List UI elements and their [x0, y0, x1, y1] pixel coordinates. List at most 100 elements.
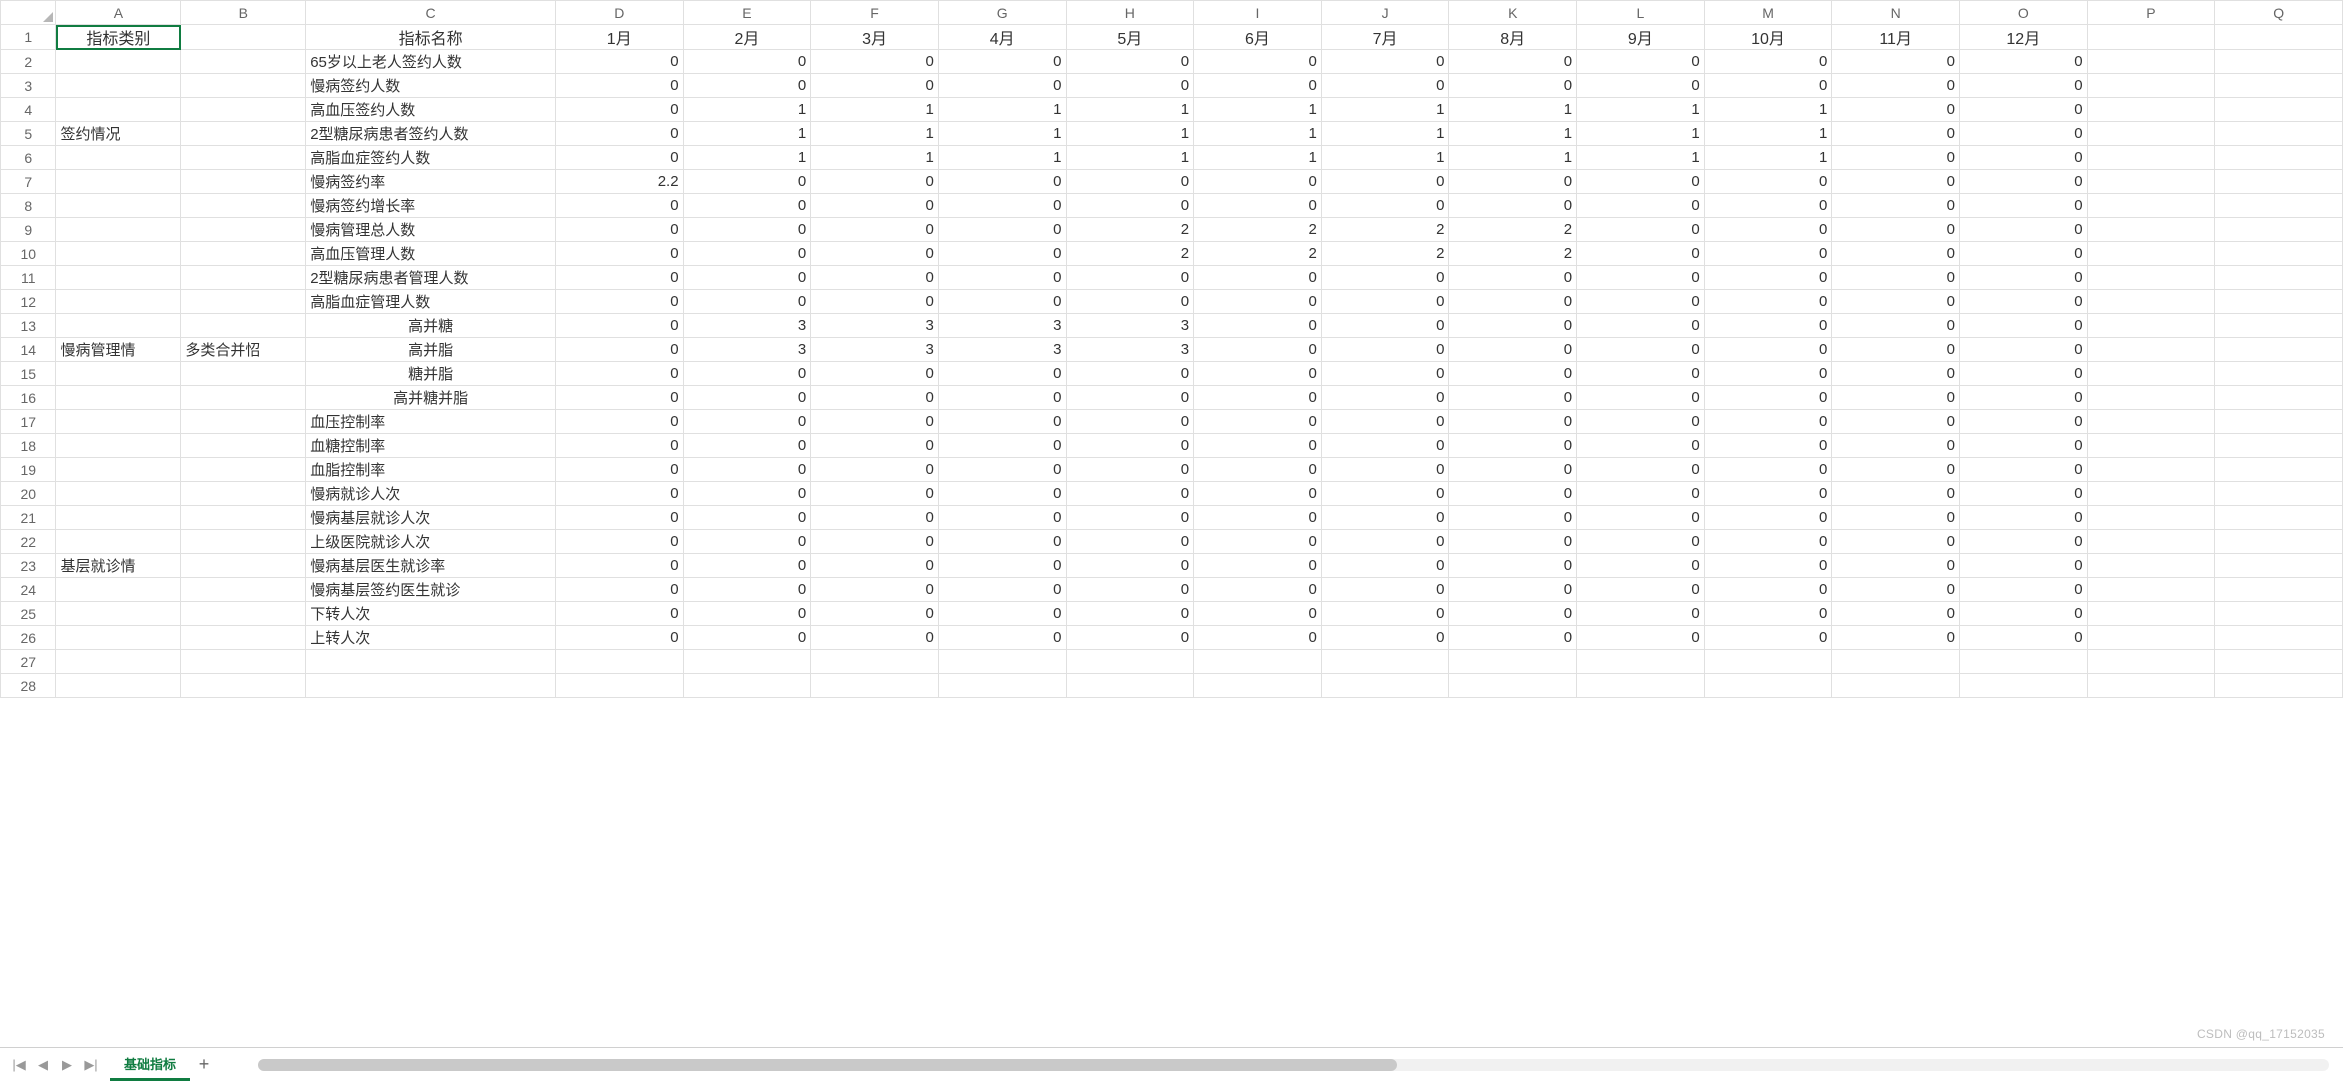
- cell-H4[interactable]: 1: [1066, 98, 1194, 122]
- column-header-N[interactable]: N: [1832, 1, 1960, 25]
- cell-D6[interactable]: 0: [555, 146, 683, 170]
- row-header-16[interactable]: 16: [1, 386, 56, 410]
- column-header-I[interactable]: I: [1194, 1, 1322, 25]
- cell-A27[interactable]: [56, 650, 181, 674]
- cell-H12[interactable]: 0: [1066, 290, 1194, 314]
- cell-M13[interactable]: 0: [1704, 314, 1832, 338]
- cell-I9[interactable]: 2: [1194, 218, 1322, 242]
- cell-G20[interactable]: 0: [938, 482, 1066, 506]
- spreadsheet-grid[interactable]: ABCDEFGHIJKLMNOPQ1指标类别指标名称1月2月3月4月5月6月7月…: [0, 0, 2343, 1047]
- cell-Q2[interactable]: [2215, 50, 2343, 74]
- cell-A16[interactable]: [56, 386, 181, 410]
- cell-B25[interactable]: [181, 602, 306, 626]
- cell-G12[interactable]: 0: [938, 290, 1066, 314]
- cell-N1[interactable]: 11月: [1832, 25, 1960, 50]
- cell-B5[interactable]: [181, 122, 306, 146]
- cell-B4[interactable]: [181, 98, 306, 122]
- cell-Q27[interactable]: [2215, 650, 2343, 674]
- row-header-6[interactable]: 6: [1, 146, 56, 170]
- cell-A5[interactable]: 签约情况: [56, 122, 181, 146]
- cell-J26[interactable]: 0: [1321, 626, 1449, 650]
- cell-F27[interactable]: [811, 650, 939, 674]
- cell-N4[interactable]: 0: [1832, 98, 1960, 122]
- cell-A12[interactable]: [56, 290, 181, 314]
- cell-I10[interactable]: 2: [1194, 242, 1322, 266]
- cell-D13[interactable]: 0: [555, 314, 683, 338]
- cell-F8[interactable]: 0: [811, 194, 939, 218]
- cell-G14[interactable]: 3: [938, 338, 1066, 362]
- cell-D19[interactable]: 0: [555, 458, 683, 482]
- cell-K2[interactable]: 0: [1449, 50, 1577, 74]
- cell-I6[interactable]: 1: [1194, 146, 1322, 170]
- cell-D15[interactable]: 0: [555, 362, 683, 386]
- cell-C7[interactable]: 慢病签约率: [306, 170, 556, 194]
- cell-K28[interactable]: [1449, 674, 1577, 698]
- cell-F1[interactable]: 3月: [811, 25, 939, 50]
- cell-A20[interactable]: [56, 482, 181, 506]
- cell-I2[interactable]: 0: [1194, 50, 1322, 74]
- cell-G10[interactable]: 0: [938, 242, 1066, 266]
- cell-H25[interactable]: 0: [1066, 602, 1194, 626]
- cell-J3[interactable]: 0: [1321, 74, 1449, 98]
- cell-L2[interactable]: 0: [1577, 50, 1705, 74]
- cell-C28[interactable]: [306, 674, 556, 698]
- cell-C25[interactable]: 下转人次: [306, 602, 556, 626]
- cell-E14[interactable]: 3: [683, 338, 811, 362]
- cell-M14[interactable]: 0: [1704, 338, 1832, 362]
- cell-H20[interactable]: 0: [1066, 482, 1194, 506]
- cell-N20[interactable]: 0: [1832, 482, 1960, 506]
- cell-B13[interactable]: [181, 314, 306, 338]
- cell-K3[interactable]: 0: [1449, 74, 1577, 98]
- cell-L11[interactable]: 0: [1577, 266, 1705, 290]
- cell-P28[interactable]: [2087, 674, 2215, 698]
- row-header-2[interactable]: 2: [1, 50, 56, 74]
- cell-J6[interactable]: 1: [1321, 146, 1449, 170]
- cell-O14[interactable]: 0: [1959, 338, 2087, 362]
- cell-C4[interactable]: 高血压签约人数: [306, 98, 556, 122]
- cell-L20[interactable]: 0: [1577, 482, 1705, 506]
- cell-K19[interactable]: 0: [1449, 458, 1577, 482]
- cell-M5[interactable]: 1: [1704, 122, 1832, 146]
- cell-Q22[interactable]: [2215, 530, 2343, 554]
- cell-E19[interactable]: 0: [683, 458, 811, 482]
- cell-E3[interactable]: 0: [683, 74, 811, 98]
- cell-D17[interactable]: 0: [555, 410, 683, 434]
- cell-G3[interactable]: 0: [938, 74, 1066, 98]
- cell-M6[interactable]: 1: [1704, 146, 1832, 170]
- cell-Q1[interactable]: [2215, 25, 2343, 50]
- cell-G17[interactable]: 0: [938, 410, 1066, 434]
- cell-Q7[interactable]: [2215, 170, 2343, 194]
- cell-A28[interactable]: [56, 674, 181, 698]
- cell-E26[interactable]: 0: [683, 626, 811, 650]
- row-header-18[interactable]: 18: [1, 434, 56, 458]
- cell-K23[interactable]: 0: [1449, 554, 1577, 578]
- cell-J16[interactable]: 0: [1321, 386, 1449, 410]
- cell-E10[interactable]: 0: [683, 242, 811, 266]
- cell-P7[interactable]: [2087, 170, 2215, 194]
- cell-E20[interactable]: 0: [683, 482, 811, 506]
- cell-L10[interactable]: 0: [1577, 242, 1705, 266]
- cell-A8[interactable]: [56, 194, 181, 218]
- cell-G23[interactable]: 0: [938, 554, 1066, 578]
- cell-J24[interactable]: 0: [1321, 578, 1449, 602]
- row-header-23[interactable]: 23: [1, 554, 56, 578]
- cell-Q20[interactable]: [2215, 482, 2343, 506]
- cell-A11[interactable]: [56, 266, 181, 290]
- cell-B10[interactable]: [181, 242, 306, 266]
- cell-L5[interactable]: 1: [1577, 122, 1705, 146]
- cell-K6[interactable]: 1: [1449, 146, 1577, 170]
- cell-F4[interactable]: 1: [811, 98, 939, 122]
- cell-A15[interactable]: [56, 362, 181, 386]
- cell-E5[interactable]: 1: [683, 122, 811, 146]
- cell-M3[interactable]: 0: [1704, 74, 1832, 98]
- cell-A24[interactable]: [56, 578, 181, 602]
- cell-N17[interactable]: 0: [1832, 410, 1960, 434]
- cell-E16[interactable]: 0: [683, 386, 811, 410]
- cell-I25[interactable]: 0: [1194, 602, 1322, 626]
- cell-E21[interactable]: 0: [683, 506, 811, 530]
- cell-P1[interactable]: [2087, 25, 2215, 50]
- cell-Q23[interactable]: [2215, 554, 2343, 578]
- cell-K14[interactable]: 0: [1449, 338, 1577, 362]
- cell-B1[interactable]: [181, 25, 306, 50]
- cell-F5[interactable]: 1: [811, 122, 939, 146]
